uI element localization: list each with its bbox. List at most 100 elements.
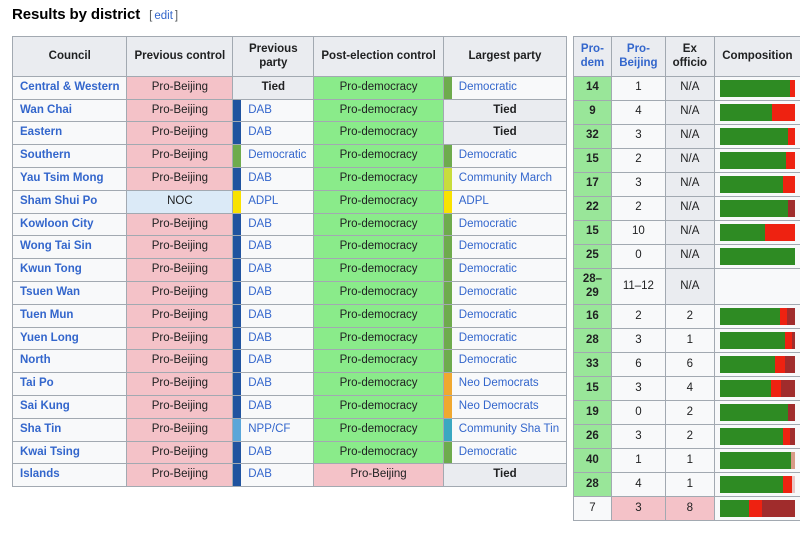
- largest-party-link[interactable]: ADPL: [459, 195, 489, 207]
- previous-party-link[interactable]: ADPL: [248, 195, 278, 207]
- council-link[interactable]: Kwai Tsing: [20, 446, 80, 458]
- table-row: 28–2911–12N/A: [573, 268, 800, 305]
- previous-party-link[interactable]: DAB: [248, 377, 272, 389]
- previous-party-link[interactable]: DAB: [248, 354, 272, 366]
- edit-section-link-wrapper: [edit]: [149, 10, 178, 22]
- cell-ex-officio-count: 1: [665, 473, 715, 497]
- largest-party-link[interactable]: Democratic: [459, 149, 517, 161]
- council-link[interactable]: Sai Kung: [20, 400, 70, 412]
- council-link[interactable]: Southern: [20, 149, 70, 161]
- largest-party-link[interactable]: Democratic: [459, 81, 517, 93]
- edit-link[interactable]: edit: [152, 10, 175, 22]
- previous-party-link[interactable]: DAB: [248, 309, 272, 321]
- council-link[interactable]: Kowloon City: [20, 218, 93, 230]
- col-header-pro-dem[interactable]: Pro-dem: [573, 37, 612, 77]
- cell-ex-officio-count: N/A: [665, 196, 715, 220]
- col-header-previous-party[interactable]: Previous party: [233, 37, 314, 77]
- composition-bar-segment: [790, 428, 795, 445]
- largest-party-link[interactable]: Democratic: [459, 354, 517, 366]
- largest-party-link[interactable]: Neo Democrats: [459, 400, 539, 412]
- col-header-largest-party[interactable]: Largest party: [443, 37, 566, 77]
- col-header-pro-beijing[interactable]: Pro-Beijing: [612, 37, 665, 77]
- largest-party-color-swatch: [443, 327, 452, 350]
- previous-party-link[interactable]: NPP/CF: [248, 423, 290, 435]
- cell-pro-dem-count: 40: [573, 449, 612, 473]
- cell-post-election-control: Pro-democracy: [314, 76, 443, 99]
- col-header-composition[interactable]: Composition: [715, 37, 800, 77]
- cell-previous-control: Pro-Beijing: [127, 99, 233, 122]
- page-root: Results by district [edit] Council Previ…: [0, 0, 800, 554]
- largest-party-link[interactable]: Democratic: [459, 240, 517, 252]
- council-link[interactable]: Tsuen Wan: [20, 286, 80, 298]
- council-link[interactable]: Tuen Mun: [20, 309, 73, 321]
- largest-party-color-swatch: [443, 373, 452, 396]
- largest-party-link[interactable]: Neo Democrats: [459, 377, 539, 389]
- col-header-post-election-control[interactable]: Post-election control: [314, 37, 443, 77]
- cell-council: Sha Tin: [13, 418, 127, 441]
- largest-party-link[interactable]: Democratic: [459, 263, 517, 275]
- largest-party-link[interactable]: Democratic: [459, 446, 517, 458]
- left-header-row: Council Previous control Previous party …: [13, 37, 567, 77]
- previous-party-link[interactable]: DAB: [248, 286, 272, 298]
- council-link[interactable]: Wan Chai: [20, 104, 72, 116]
- cell-post-election-control: Pro-democracy: [314, 145, 443, 168]
- cell-composition: [715, 449, 800, 473]
- previous-party-link[interactable]: DAB: [248, 446, 272, 458]
- previous-party-link[interactable]: DAB: [248, 263, 272, 275]
- composition-bar: [720, 380, 795, 397]
- previous-party-link[interactable]: DAB: [248, 172, 272, 184]
- cell-composition: [715, 497, 800, 521]
- composition-bar-segment: [787, 308, 794, 325]
- previous-party-link[interactable]: DAB: [248, 332, 272, 344]
- cell-previous-party: DAB: [241, 99, 314, 122]
- council-link[interactable]: North: [20, 354, 51, 366]
- cell-composition: [715, 305, 800, 329]
- composition-bar-segment: [720, 476, 783, 493]
- cell-post-election-control: Pro-democracy: [314, 327, 443, 350]
- previous-party-link[interactable]: DAB: [248, 240, 272, 252]
- table-row: SouthernPro-BeijingDemocraticPro-democra…: [13, 145, 567, 168]
- table-row: Sai KungPro-BeijingDABPro-democracyNeo D…: [13, 395, 567, 418]
- col-header-council[interactable]: Council: [13, 37, 127, 77]
- previous-party-link[interactable]: DAB: [248, 468, 272, 480]
- previous-party-color-swatch: [233, 145, 242, 168]
- previous-party-color-swatch: [233, 327, 242, 350]
- council-link[interactable]: Eastern: [20, 126, 62, 138]
- composition-bar: [720, 476, 795, 493]
- council-link[interactable]: Yuen Long: [20, 332, 79, 344]
- composition-bar-segment: [720, 452, 791, 469]
- council-link[interactable]: Yau Tsim Mong: [20, 172, 104, 184]
- largest-party-color-swatch: [443, 259, 452, 282]
- largest-party-link[interactable]: Democratic: [459, 218, 517, 230]
- cell-largest-party: Neo Democrats: [452, 395, 567, 418]
- largest-party-link[interactable]: Community Sha Tin: [459, 423, 559, 435]
- council-link[interactable]: Kwun Tong: [20, 263, 82, 275]
- previous-party-link[interactable]: DAB: [248, 126, 272, 138]
- previous-party-link[interactable]: DAB: [248, 104, 272, 116]
- col-header-previous-control[interactable]: Previous control: [127, 37, 233, 77]
- cell-post-election-control: Pro-democracy: [314, 190, 443, 213]
- council-link[interactable]: Central & Western: [20, 81, 119, 93]
- largest-party-link[interactable]: Community March: [459, 172, 552, 184]
- previous-party-link[interactable]: DAB: [248, 400, 272, 412]
- largest-party-link[interactable]: Democratic: [459, 332, 517, 344]
- cell-ex-officio-count: N/A: [665, 100, 715, 124]
- council-link[interactable]: Islands: [20, 468, 60, 480]
- cell-composition: [715, 401, 800, 425]
- largest-party-link[interactable]: Democratic: [459, 286, 517, 298]
- council-link[interactable]: Tai Po: [20, 377, 54, 389]
- cell-council: Islands: [13, 464, 127, 487]
- council-link[interactable]: Sha Tin: [20, 423, 61, 435]
- table-row: Tsuen WanPro-BeijingDABPro-democracyDemo…: [13, 281, 567, 304]
- previous-party-link[interactable]: DAB: [248, 218, 272, 230]
- cell-largest-party: Democratic: [452, 327, 567, 350]
- col-header-ex-officio[interactable]: Ex officio: [665, 37, 715, 77]
- composition-bar-segment: [788, 200, 794, 217]
- council-link[interactable]: Sham Shui Po: [20, 195, 97, 207]
- council-link[interactable]: Wong Tai Sin: [20, 240, 92, 252]
- largest-party-link[interactable]: Democratic: [459, 309, 517, 321]
- composition-bar-segment: [720, 200, 788, 217]
- previous-party-link[interactable]: Democratic: [248, 149, 306, 161]
- previous-party-color-swatch: [233, 99, 242, 122]
- table-row: 152N/A: [573, 148, 800, 172]
